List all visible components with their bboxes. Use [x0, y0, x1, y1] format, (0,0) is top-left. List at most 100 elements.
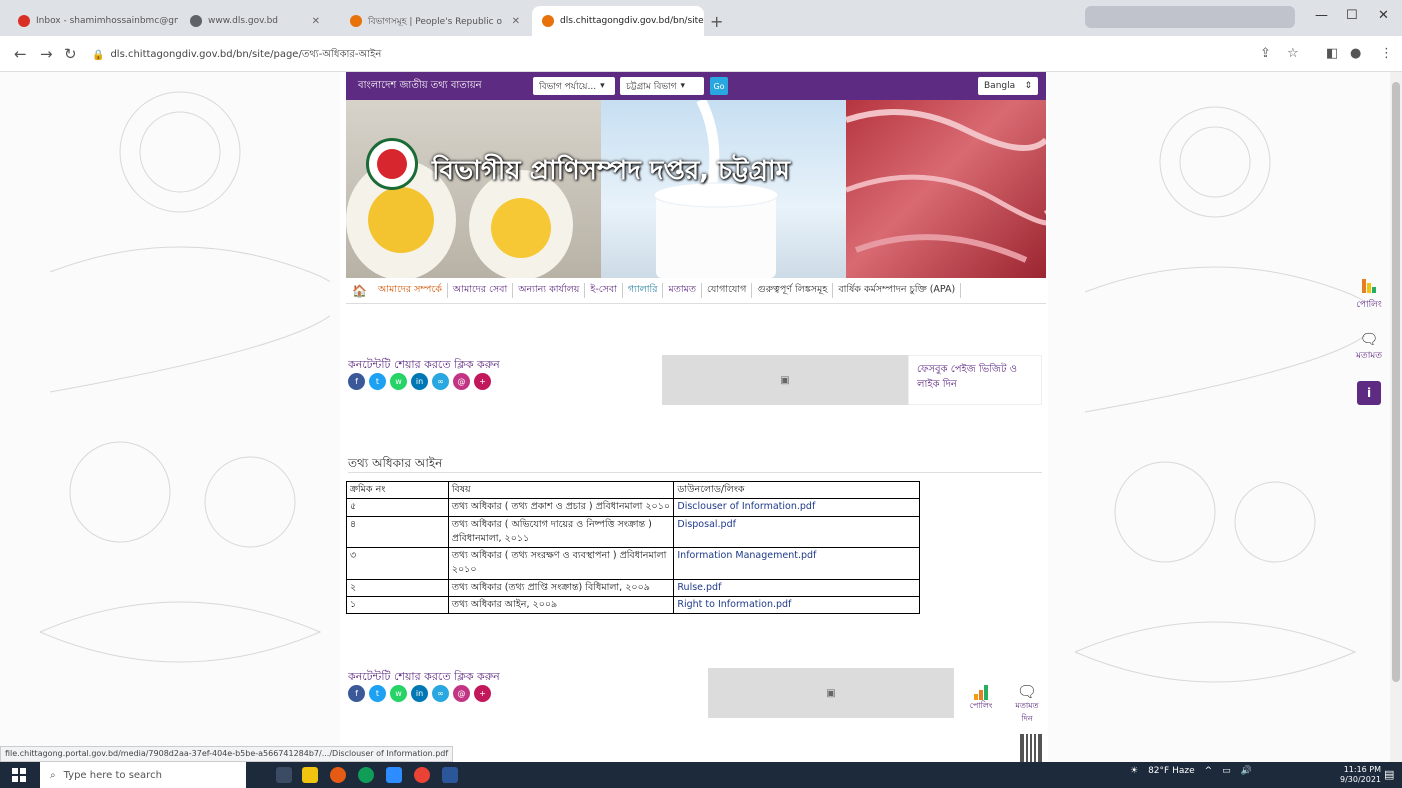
firefox-icon[interactable]	[330, 767, 346, 783]
menu-item-eservice[interactable]: ই-সেবা	[585, 283, 623, 298]
task-view-icon[interactable]	[276, 767, 292, 783]
notification-icon[interactable]: ▤	[1384, 768, 1394, 781]
back-arrow-icon[interactable]: ←	[14, 45, 27, 63]
browser-tab[interactable]: www.dls.gov.bd ✕	[180, 6, 330, 36]
browser-menu-icon[interactable]: ⋮	[1380, 46, 1393, 61]
close-tab-icon[interactable]: ✕	[312, 16, 320, 27]
opinion-button[interactable]: 🗨 মতামত দিন	[1010, 684, 1044, 726]
menu-item-apa[interactable]: বার্ষিক কর্মসম্পাদন চুক্তি (APA)	[833, 283, 962, 298]
reload-icon[interactable]: ↻	[64, 45, 77, 63]
twitter-icon[interactable]: t	[369, 373, 386, 390]
browser-tab-active[interactable]: dls.chittagongdiv.gov.bd/bn/site ✕	[532, 6, 704, 36]
facebook-icon[interactable]: f	[348, 373, 365, 390]
windows-start-icon[interactable]	[12, 768, 26, 782]
rti-documents-table: ক্রমিক নং বিষয় ডাউনলোড/লিংক ৫ তথ্য অধিক…	[346, 480, 920, 615]
menu-item-opinion[interactable]: মতামত	[663, 283, 702, 298]
portal-name[interactable]: বাংলাদেশ জাতীয় তথ্য বাতায়ন	[358, 78, 533, 95]
polling-button[interactable]: পোলিং	[966, 684, 996, 713]
broken-image-icon: ▣	[826, 687, 836, 699]
minimize-icon[interactable]: —	[1315, 8, 1328, 23]
chrome-icon[interactable]	[414, 767, 430, 783]
menu-item-services[interactable]: আমাদের সেবা	[448, 283, 514, 298]
forward-arrow-icon[interactable]: →	[40, 45, 53, 63]
menu-item-other-offices[interactable]: অন্যান্য কার্যালয়	[513, 283, 586, 298]
link-icon[interactable]: ∞	[432, 373, 449, 390]
embed-placeholder: ▣	[708, 668, 954, 718]
browser-tab[interactable]: বিভাগসমূহ | People's Republic o ✕	[340, 6, 530, 36]
system-tray: ☀ 82°F Haze ^ ▭ 🔊	[1130, 766, 1252, 776]
download-link[interactable]: Rulse.pdf	[677, 582, 721, 593]
tray-chevron-up-icon[interactable]: ^	[1205, 766, 1213, 776]
weather-text[interactable]: 82°F Haze	[1148, 766, 1195, 776]
browser-toolbar: ← → ↻ 🔒 dls.chittagongdiv.gov.bd/bn/site…	[0, 36, 1402, 72]
side-opinion-button[interactable]: 🗨 মতামত	[1350, 330, 1388, 363]
download-link[interactable]: Right to Information.pdf	[677, 599, 791, 610]
right-floating-widgets: পোলিং 🗨 মতামত i	[1350, 277, 1388, 405]
browser-tab-strip: Inbox - shamimhossainbmc@gm ✕ www.dls.go…	[0, 0, 1402, 36]
linkedin-icon[interactable]: in	[411, 373, 428, 390]
facebook-icon[interactable]: f	[348, 685, 365, 702]
bookmark-star-icon[interactable]: ☆	[1287, 46, 1299, 61]
edge-icon[interactable]	[358, 767, 374, 783]
share-more-icon[interactable]: +	[474, 685, 491, 702]
link-status-bar: file.chittagong.portal.gov.bd/media/7908…	[0, 746, 454, 762]
broken-image-icon: ▣	[780, 374, 790, 386]
file-explorer-icon[interactable]	[302, 767, 318, 783]
home-icon[interactable]: 🏠	[346, 284, 373, 298]
menu-item-about[interactable]: আমাদের সম্পর্কে	[373, 283, 448, 298]
site-title: বিভাগীয় প্রাণিসম্পদ দপ্তর, চট্টগ্রাম	[432, 156, 790, 186]
region-select[interactable]: চট্টগ্রাম বিভাগ ▾	[620, 77, 704, 95]
side-polling-button[interactable]: পোলিং	[1350, 277, 1388, 312]
search-icon: ⌕	[50, 769, 56, 781]
download-link[interactable]: Information Management.pdf	[677, 550, 816, 561]
subject-cell: তথ্য অধিকার (তথ্য প্রাপ্তি সংক্রান্ত) বি…	[447, 578, 675, 597]
zoom-icon[interactable]	[386, 767, 402, 783]
volume-icon[interactable]: 🔊	[1241, 766, 1252, 776]
facebook-page-card[interactable]: ফেসবুক পেইজ ভিজিট ও লাইক দিন	[908, 355, 1042, 405]
word-icon[interactable]	[442, 767, 458, 783]
share-more-icon[interactable]: +	[474, 373, 491, 390]
new-tab-button[interactable]: +	[710, 12, 723, 31]
menu-item-important-links[interactable]: গুরুত্বপূর্ণ লিঙ্কসমূহ	[752, 283, 834, 298]
whatsapp-icon[interactable]: w	[390, 373, 407, 390]
table-row: ১ তথ্য অধিকার আইন, ২০০৯ Right to Informa…	[346, 595, 920, 615]
vertical-scrollbar[interactable]	[1390, 72, 1402, 762]
browser-tab[interactable]: Inbox - shamimhossainbmc@gm ✕	[8, 6, 178, 36]
portal-top-bar: বাংলাদেশ জাতীয় তথ্য বাতায়ন বিভাগ পর্যা…	[346, 72, 1046, 100]
share-icon[interactable]: ⇪	[1260, 46, 1271, 61]
column-header: ক্রমিক নং	[346, 480, 449, 500]
address-bar[interactable]: 🔒 dls.chittagongdiv.gov.bd/bn/site/page/…	[92, 44, 1142, 66]
go-button[interactable]: Go	[710, 77, 728, 95]
email-icon[interactable]: @	[453, 373, 470, 390]
download-link[interactable]: Disclouser of Information.pdf	[677, 501, 815, 512]
link-icon[interactable]: ∞	[432, 685, 449, 702]
close-tab-icon[interactable]: ✕	[512, 16, 520, 27]
taskbar-search[interactable]: ⌕ Type here to search	[40, 762, 246, 788]
sidebar-icon[interactable]: ◧	[1326, 46, 1338, 61]
language-select[interactable]: Bangla ⇕	[978, 77, 1038, 95]
close-window-icon[interactable]: ✕	[1378, 8, 1389, 23]
download-link[interactable]: Disposal.pdf	[677, 519, 736, 530]
menu-item-contact[interactable]: যোগাযোগ	[702, 283, 753, 298]
whatsapp-icon[interactable]: w	[390, 685, 407, 702]
tab-title: www.dls.gov.bd	[208, 16, 279, 26]
twitter-icon[interactable]: t	[369, 685, 386, 702]
globe-icon	[190, 15, 202, 27]
serial-cell: ৪	[346, 515, 449, 548]
email-icon[interactable]: @	[453, 685, 470, 702]
taskbar-clock[interactable]: 11:16 PM 9/30/2021	[1340, 765, 1381, 786]
linkedin-icon[interactable]: in	[411, 685, 428, 702]
info-button[interactable]: i	[1357, 381, 1381, 405]
menu-item-gallery[interactable]: গ্যালারি	[623, 283, 664, 298]
division-select[interactable]: বিভাগ পর্যায়ে... ▾	[533, 77, 615, 95]
share-buttons: f t w in ∞ @ +	[348, 685, 491, 702]
subject-cell: তথ্য অধিকার ( অভিযোগ দায়ের ও নিষ্পত্তি …	[447, 515, 675, 548]
maximize-icon[interactable]: ☐	[1346, 8, 1358, 23]
language-select-value: Bangla	[984, 81, 1016, 91]
serial-cell: ৩	[346, 547, 449, 580]
network-icon[interactable]: ▭	[1222, 766, 1231, 776]
profile-avatar-icon[interactable]: ●	[1350, 46, 1361, 61]
scroll-thumb[interactable]	[1392, 82, 1400, 682]
chat-bubble-icon: 🗨	[1016, 682, 1038, 701]
page-viewport: বাংলাদেশ জাতীয় তথ্য বাতায়ন বিভাগ পর্যা…	[0, 72, 1390, 762]
